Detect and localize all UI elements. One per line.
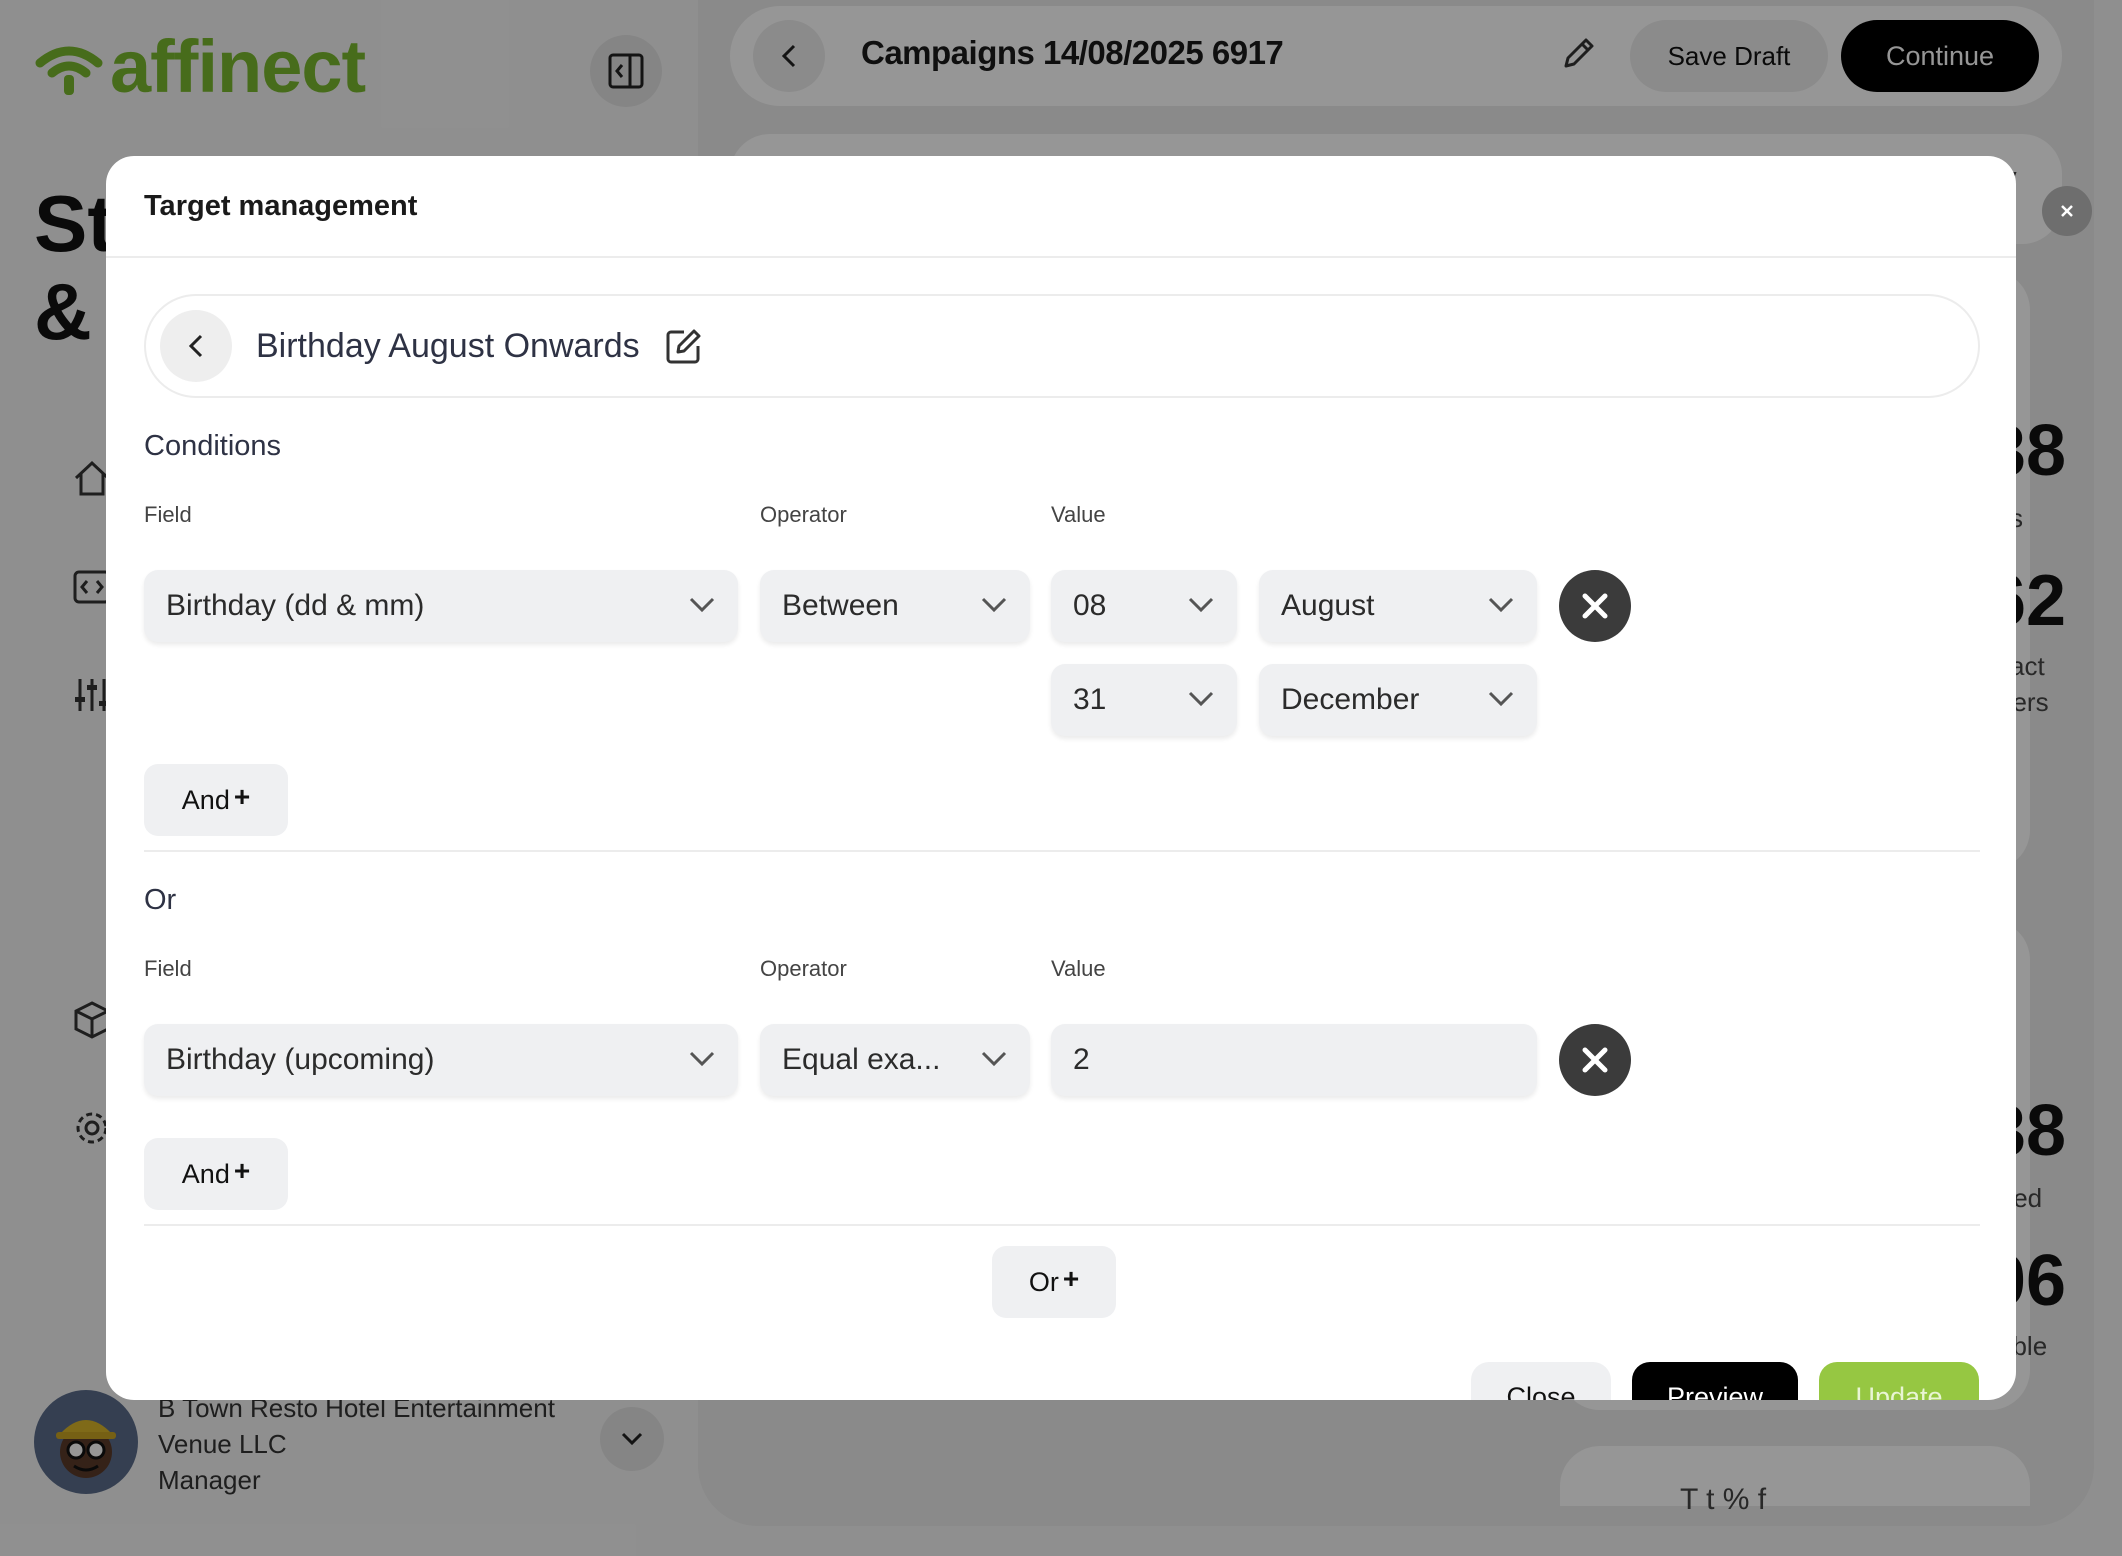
chevron-down-icon [1188, 691, 1214, 707]
field-column-label: Field [144, 956, 192, 981]
remove-condition-button[interactable] [1559, 1024, 1631, 1096]
operator-select-1[interactable]: Between [760, 570, 1030, 642]
field-select-value: Birthday (upcoming) [166, 1043, 435, 1076]
close-icon [2061, 205, 2073, 217]
value-input[interactable]: 2 [1051, 1024, 1537, 1096]
from-day-value: 08 [1073, 589, 1107, 622]
chevron-left-icon [188, 334, 203, 358]
target-name: Birthday August Onwards [256, 326, 640, 365]
chevron-down-icon [689, 597, 715, 613]
value-column-label: Value [1051, 956, 1106, 981]
dismiss-modal-button[interactable] [2042, 186, 2092, 236]
group-divider [144, 850, 1980, 852]
target-name-bar: Birthday August Onwards [144, 294, 1980, 398]
operator-column-label: Operator [760, 502, 847, 527]
operator-select-value: Equal exa... [782, 1043, 941, 1076]
chevron-down-icon [1488, 691, 1514, 707]
chevron-down-icon [981, 1051, 1007, 1067]
plus-icon: + [233, 781, 251, 812]
operator-select-value: Between [782, 589, 899, 622]
edit-square-icon[interactable] [664, 326, 704, 366]
plus-icon: + [233, 1155, 251, 1186]
to-month-value: December [1281, 683, 1420, 716]
and-label: And [181, 1158, 230, 1189]
field-select-value: Birthday (dd & mm) [166, 589, 425, 622]
operator-column-label: Operator [760, 956, 847, 981]
and-label: And [181, 784, 230, 815]
plus-icon: + [1062, 1263, 1080, 1294]
from-day-select[interactable]: 08 [1051, 570, 1237, 642]
preview-button[interactable]: Preview [1632, 1362, 1798, 1400]
field-select-1[interactable]: Birthday (dd & mm) [144, 570, 738, 642]
group-divider [144, 1224, 1980, 1226]
chevron-down-icon [1488, 597, 1514, 613]
field-column-label: Field [144, 502, 192, 527]
field-select-2[interactable]: Birthday (upcoming) [144, 1024, 738, 1096]
to-month-select[interactable]: December [1259, 664, 1537, 736]
modal-header: Target management [106, 156, 2016, 258]
target-management-modal: Target management Birthday August Onward… [106, 156, 2016, 1400]
chevron-down-icon [981, 597, 1007, 613]
update-button[interactable]: Update [1819, 1362, 1979, 1400]
or-label: Or [1028, 1266, 1059, 1297]
operator-select-2[interactable]: Equal exa... [760, 1024, 1030, 1096]
add-and-condition-button[interactable]: And + [144, 1138, 288, 1210]
value-column-label: Value [1051, 502, 1106, 527]
to-day-select[interactable]: 31 [1051, 664, 1237, 736]
or-group-title: Or [144, 884, 177, 916]
from-month-select[interactable]: August [1259, 570, 1537, 642]
target-back-button[interactable] [160, 310, 232, 382]
close-icon [1582, 1047, 1608, 1073]
modal-title: Target management [144, 190, 418, 222]
add-and-condition-button[interactable]: And + [144, 764, 288, 836]
to-day-value: 31 [1073, 683, 1107, 716]
close-button[interactable]: Close [1471, 1362, 1611, 1400]
remove-condition-button[interactable] [1559, 570, 1631, 642]
add-or-group-button[interactable]: Or + [992, 1246, 1116, 1318]
close-icon [1582, 593, 1608, 619]
chevron-down-icon [689, 1051, 715, 1067]
chevron-down-icon [1188, 597, 1214, 613]
conditions-title: Conditions [144, 430, 282, 462]
value-input-text: 2 [1073, 1043, 1090, 1076]
from-month-value: August [1281, 589, 1375, 622]
